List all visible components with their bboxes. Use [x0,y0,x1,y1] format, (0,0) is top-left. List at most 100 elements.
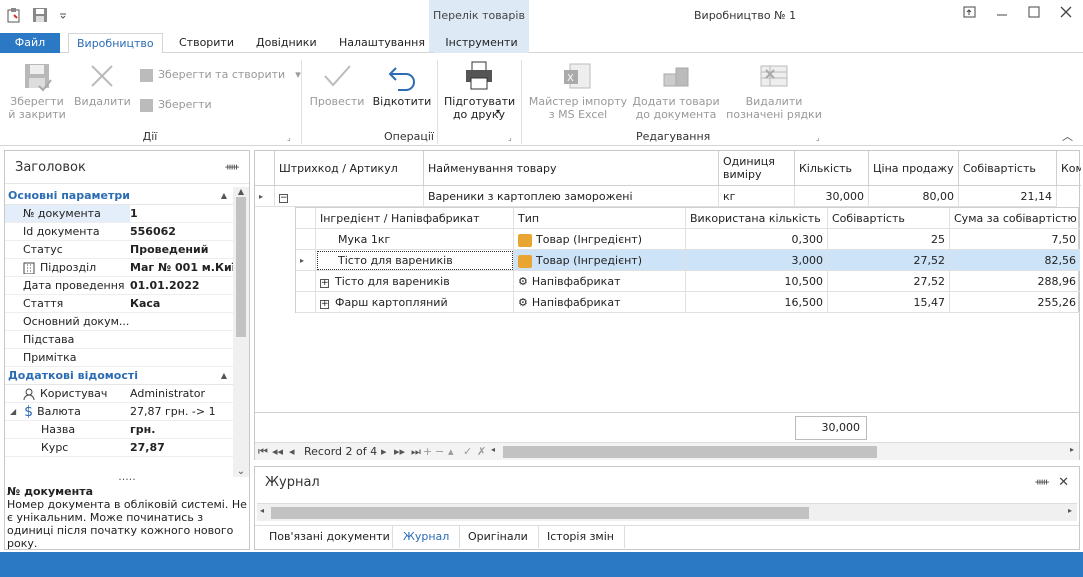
delete-button[interactable]: Видалити [74,60,131,108]
confirm-icon[interactable]: ✓ [463,445,472,458]
undo-button[interactable]: Відкотити [370,60,434,108]
table-cell[interactable]: 288,96 [950,271,1080,292]
group-expand-icon[interactable]: ⌟ [508,133,512,142]
restore-ribbon-icon[interactable] [963,5,977,19]
save-icon[interactable] [32,7,48,23]
qat-dropdown-icon[interactable] [58,7,68,23]
journal-h-scrollbar[interactable]: ◂ ▸ [257,503,1077,521]
param-value[interactable]: Проведений [130,241,233,258]
add-goods-button[interactable]: Додати товари до документа [632,60,720,121]
subcol-header-sum[interactable]: Сума за собівартістю [950,208,1080,229]
table-cell[interactable]: 3,000 [686,250,828,271]
param-row[interactable]: Користувач Administrator [5,385,233,403]
scroll-left-icon[interactable]: ◂ [260,506,264,515]
table-cell[interactable]: ⚙ Напівфабрикат [514,292,686,313]
scroll-thumb[interactable] [271,507,809,519]
close-icon[interactable] [1059,5,1073,19]
subcol-header-cost[interactable]: Собівартість [828,208,950,229]
param-value[interactable] [130,331,233,348]
param-value[interactable]: 556062 [130,223,233,240]
param-value[interactable]: 1 [130,205,233,222]
collapse-row-icon[interactable]: − [279,194,288,203]
last-record-icon[interactable]: ⏭ [411,445,421,459]
pin-icon[interactable]: ᚔ [225,151,239,184]
table-cell[interactable]: 80,00 [869,186,959,207]
next-page-icon[interactable]: ▸▸ [394,445,405,458]
splitter-grip[interactable]: ····· [5,474,249,485]
print-button[interactable]: Підготувати до друку ▾ [444,60,515,121]
add-record-icon[interactable]: + [423,445,432,458]
param-value[interactable] [130,349,233,366]
table-cell[interactable]: 16,500 [686,292,828,313]
table-cell[interactable]: Товар (Інгредієнт) [514,250,686,271]
prev-record-icon[interactable]: ◂ [289,445,295,458]
col-header-barcode[interactable]: Штрихкод / Артикул [275,151,424,186]
tab-directories[interactable]: Довідники [248,33,325,53]
clipboard-icon[interactable] [6,7,22,23]
param-row[interactable]: Статус Проведений [5,241,233,259]
table-cell[interactable]: + Тісто для вареників [316,271,514,292]
row-indicator[interactable] [296,271,316,292]
close-panel-icon[interactable]: ✕ [1058,467,1069,499]
param-row[interactable]: ◢ $ Валюта 27,87 грн. -> 1 [5,403,233,421]
col-header-comment[interactable]: Ком [1057,151,1081,186]
col-header-price[interactable]: Ціна продажу [869,151,959,186]
table-cell[interactable]: Вареники з картоплею заморожені [424,186,719,207]
minimize-icon[interactable] [995,5,1009,19]
col-header-name[interactable]: Найменування товару [424,151,719,186]
h-scroll-thumb[interactable] [503,446,877,458]
param-value[interactable]: Каса [130,295,233,312]
table-cell[interactable]: 25 [828,229,950,250]
group-expand-icon[interactable]: ⌟ [816,133,820,142]
expand-triangle-icon[interactable]: ◢ [10,403,16,420]
table-cell[interactable]: 27,52 [828,271,950,292]
row-indicator[interactable] [296,229,316,250]
col-header-cost[interactable]: Собівартість [959,151,1057,186]
collapse-ribbon-icon[interactable]: ︿ [1062,128,1073,144]
param-row[interactable]: Курс 27,87 [5,439,233,457]
scroll-down-icon[interactable]: ⌄ [233,466,249,477]
tab-originals[interactable]: Оригінали [458,526,539,548]
table-cell[interactable]: Тісто для вареників [316,250,514,271]
table-cell[interactable]: 15,47 [828,292,950,313]
collapse-arrow-icon[interactable]: ▲ [221,187,227,205]
table-cell[interactable]: 82,56 [950,250,1080,271]
subcol-header-ingredient[interactable]: Інгредієнт / Напівфабрикат [316,208,514,229]
table-cell[interactable]: 21,14 [959,186,1057,207]
tab-settings[interactable]: Налаштування [331,33,433,53]
param-value[interactable]: 01.01.2022 [130,277,233,294]
param-row[interactable]: № документа 1 [5,205,233,223]
tab-production[interactable]: Виробництво [68,33,163,54]
table-cell[interactable]: ⚙ Напівфабрикат [514,271,686,292]
row-indicator-icon[interactable]: ▸ [296,250,316,271]
tab-create[interactable]: Створити [171,33,242,53]
param-row[interactable]: Основний докум... [5,313,233,331]
param-row[interactable]: Id документа 556062 [5,223,233,241]
param-value[interactable]: Administrator [130,385,233,402]
param-value[interactable]: 27,87 грн. -> 1 [130,403,233,420]
save-button[interactable]: Зберегти [140,98,212,112]
tab-history[interactable]: Історія змін [537,526,625,548]
param-row[interactable]: Підстава [5,331,233,349]
section-main-params[interactable]: Основні параметри ▲ [5,187,233,205]
group-expand-icon[interactable]: ⌟ [287,133,291,142]
scroll-left-icon[interactable]: ◂ [491,445,495,454]
tab-tools[interactable]: Інструменти [434,33,529,53]
post-button[interactable]: Провести [308,60,366,108]
col-header-qty[interactable]: Кількість [795,151,869,186]
param-row[interactable]: Стаття Каса [5,295,233,313]
row-indicator-icon[interactable]: ▸ [255,186,275,207]
table-cell[interactable]: + Фарш картопляний [316,292,514,313]
param-row[interactable]: Дата проведення 01.01.2022 [5,277,233,295]
expand-row-icon[interactable]: + [320,279,329,288]
tab-journal[interactable]: Журнал [392,526,461,548]
param-row[interactable]: Підрозділ Маг № 001 м.Київ [5,259,233,277]
cancel-icon[interactable]: ✗ [477,445,486,458]
vertical-scrollbar[interactable]: ▲ ⌄ [233,187,249,477]
scroll-right-icon[interactable]: ▸ [1070,445,1074,454]
next-record-icon[interactable]: ▸ [381,445,387,458]
section-extra-info[interactable]: Додаткові відомості ▲ [5,367,233,385]
save-create-button[interactable]: Зберегти та створити ▾ [140,68,301,82]
table-cell[interactable]: кг [719,186,795,207]
param-value[interactable]: 27,87 [130,439,233,456]
